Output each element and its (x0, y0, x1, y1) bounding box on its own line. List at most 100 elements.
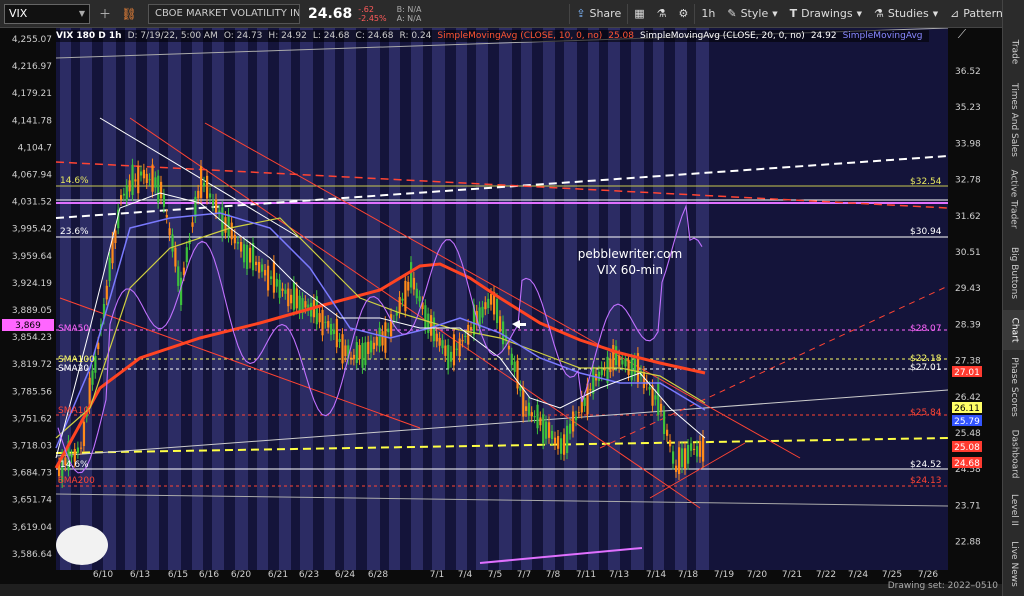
candle-body (666, 429, 669, 436)
candle-body (330, 323, 333, 335)
share-icon: ⇪ (576, 7, 586, 20)
level-tag-24-52: $24.52 (910, 460, 942, 470)
price-chart[interactable]: 4,255.07 4,216.97 4,179.21 4,141.78 4,104.7 4… (0, 28, 1002, 584)
tab-live-news[interactable]: Live News (1003, 536, 1024, 592)
tab-chart[interactable]: Chart (1003, 310, 1024, 350)
tab-times-and-sales[interactable]: Times And Sales (1003, 80, 1024, 160)
company-name: CBOE MARKET VOLATILITY INDEX (148, 3, 300, 24)
style-label: Style (740, 7, 769, 20)
session-stripe (588, 28, 599, 570)
tab-big-buttons[interactable]: Big Buttons (1003, 240, 1024, 306)
candle-body (120, 195, 123, 200)
gear-button[interactable]: ⚙ (673, 4, 695, 24)
session-stripe (257, 28, 268, 570)
candle-body (278, 279, 281, 298)
chart-canvas[interactable]: 4,255.07 4,216.97 4,179.21 4,141.78 4,104.7 4… (0, 28, 1002, 584)
session-stripe (608, 28, 620, 570)
drawings-button[interactable]: T Drawings ▼ (784, 4, 868, 24)
candle-body (142, 169, 146, 179)
candle-body (560, 438, 563, 454)
candle-body (566, 425, 569, 454)
candle-body (404, 280, 407, 312)
left-axis-tick: 3,718.03 (12, 442, 52, 452)
candle-body (575, 416, 578, 421)
plus-icon[interactable]: ＋ (96, 5, 114, 23)
candle-body (687, 444, 690, 464)
candle-body (654, 395, 657, 400)
candle-body (370, 340, 373, 353)
candle-body (145, 173, 148, 183)
left-axis-tick: 4,179.21 (12, 89, 52, 99)
grid-icon: ▦ (634, 7, 645, 20)
axis-tag-25-79-text: 25.79 (954, 417, 980, 427)
candle-body (609, 358, 612, 373)
candle-body (304, 301, 307, 308)
candle-body (191, 222, 194, 227)
candle-body (557, 436, 560, 449)
candle-body (447, 344, 450, 369)
candle-body (230, 222, 233, 240)
candle-body (496, 299, 499, 323)
sma10-study[interactable]: SimpleMovingAvg (CLOSE, 10, 0, no) (437, 31, 602, 41)
x-axis-tick: 6/21 (268, 570, 288, 580)
candle-body (481, 306, 484, 318)
candle-body (569, 423, 572, 434)
interval-selector[interactable]: 1h (695, 4, 721, 24)
candle-body (264, 269, 267, 276)
tab-dashboard[interactable]: Dashboard (1003, 424, 1024, 484)
grid-button[interactable]: ▦ (628, 4, 650, 24)
candle-body (407, 281, 410, 291)
candle-body (249, 247, 252, 263)
candle-body (536, 404, 539, 429)
level-tag-28-07: $28.07 (910, 324, 942, 334)
session-stripe (456, 28, 467, 570)
tab-big-buttons-label: Big Buttons (1009, 246, 1019, 300)
tab-times-and-sales-label: Times And Sales (1009, 83, 1019, 157)
candle-body (516, 360, 519, 389)
flask-button[interactable]: ⚗ (651, 4, 673, 24)
style-button[interactable]: ✎ Style ▼ (721, 4, 783, 24)
candle-body (338, 338, 341, 342)
chevron-down-icon[interactable]: ▼ (79, 9, 85, 18)
fib-label-bottom: 14.6% (60, 460, 89, 470)
x-axis-tick: 7/22 (816, 570, 836, 580)
right-axis-tick: 26.42 (955, 393, 981, 403)
share-label: Share (589, 7, 622, 20)
candle-body (527, 402, 531, 416)
studies-label: Studies (887, 7, 929, 20)
candle-body (154, 177, 157, 188)
sma20-study[interactable]: SimpleMovingAvg (CLOSE, 20, 0, no) (640, 31, 805, 41)
right-axis-tick: 28.39 (955, 320, 981, 330)
session-stripe (147, 28, 159, 570)
tab-phase-scores[interactable]: Phase Scores (1003, 352, 1024, 422)
link-icon[interactable]: ⛓ (120, 5, 138, 23)
candle-body (525, 406, 528, 411)
candle-body (633, 358, 636, 376)
drawing-set-label[interactable]: Drawing set: 2022–0510 (888, 581, 998, 591)
left-axis-tick: 3,924.19 (12, 279, 52, 289)
tab-trade[interactable]: Trade (1003, 32, 1024, 72)
candle-body (548, 422, 551, 438)
sma-other-study[interactable]: SimpleMovingAvg (843, 31, 923, 41)
candle-body (675, 465, 678, 472)
studies-button[interactable]: ⚗ Studies ▼ (868, 4, 944, 24)
share-button[interactable]: ⇪ Share (570, 4, 627, 24)
tab-active-trader[interactable]: Active Trader (1003, 164, 1024, 234)
x-axis-tick: 7/13 (609, 570, 629, 580)
session-stripe (324, 28, 335, 570)
patterns-icon: ⊿ (950, 7, 960, 20)
last-price: 24.68 (308, 5, 353, 22)
candle-body (358, 345, 361, 359)
tab-level-ii[interactable]: Level II (1003, 488, 1024, 532)
drawing-tool-icon: ⟋ (958, 28, 967, 41)
candle-body (185, 247, 188, 263)
candle-body (412, 277, 416, 290)
candle-body (642, 371, 646, 389)
symbol-selector[interactable]: VIX ▼ (4, 3, 90, 24)
x-axis-tick: 7/24 (848, 570, 868, 580)
candle-body (105, 285, 108, 300)
candle-body (240, 242, 243, 252)
right-axis-tick: 33.98 (955, 139, 981, 149)
candle-body (255, 261, 258, 266)
candle-body (131, 164, 134, 196)
